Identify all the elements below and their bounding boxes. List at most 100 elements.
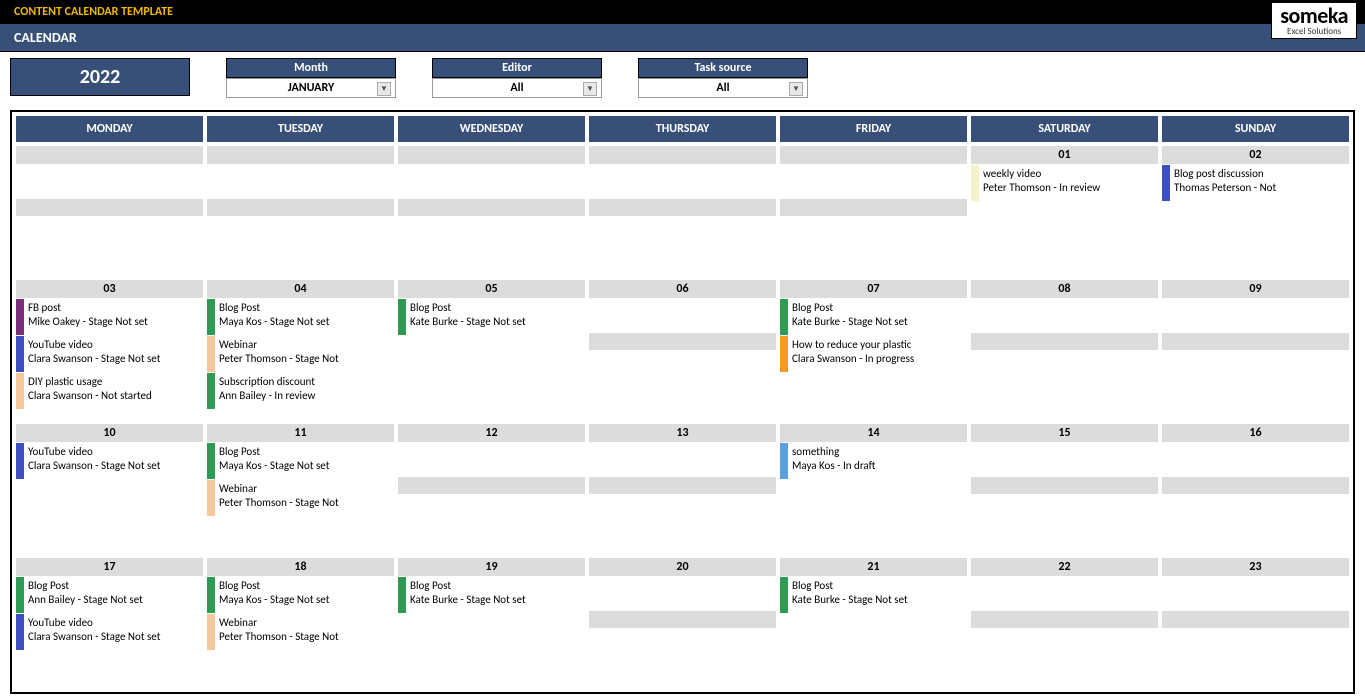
empty-task-slot [780,613,967,649]
task-meta: Peter Thomson - Stage Not [219,496,390,510]
task-meta: Kate Burke - Stage Not set [410,315,581,329]
day-cell[interactable]: 07Blog PostKate Burke - Stage Not setHow… [780,280,967,420]
day-cell[interactable]: 23 [1162,558,1349,688]
task-item[interactable]: Blog PostAnn Bailey - Stage Not set [16,576,203,613]
task-item[interactable]: WebinarPeter Thomson - Stage Not [207,335,394,372]
day-cell[interactable]: 12 [398,424,585,554]
day-number: 01 [971,146,1158,164]
task-item[interactable]: weekly videoPeter Thomson - In review [971,164,1158,201]
day-cell[interactable]: . [780,146,967,276]
day-cell[interactable]: 06 [589,280,776,420]
task-item[interactable]: Subscription discountAnn Bailey - In rev… [207,372,394,409]
task-item[interactable]: Blog post discussionThomas Peterson - No… [1162,164,1349,201]
day-cell[interactable]: 03FB postMike Oakey - Stage Not setYouTu… [16,280,203,420]
task-body: WebinarPeter Thomson - Stage Not [215,614,394,650]
logo-sub-text: Excel Solutions [1280,27,1348,36]
day-cell[interactable]: 18Blog PostMaya Kos - Stage Not setWebin… [207,558,394,688]
month-select[interactable]: JANUARY ▼ [226,78,396,98]
day-number: 07 [780,280,967,298]
task-item[interactable]: Blog PostKate Burke - Stage Not set [780,576,967,613]
task-meta: Ann Bailey - In review [219,389,390,403]
task-item[interactable]: How to reduce your plasticClara Swanson … [780,335,967,372]
day-cell[interactable]: 16 [1162,424,1349,554]
day-number: 23 [1162,558,1349,576]
day-cell[interactable]: 04Blog PostMaya Kos - Stage Not setWebin… [207,280,394,420]
day-number: 14 [780,424,967,442]
task-item[interactable]: Blog PostKate Burke - Stage Not set [780,298,967,335]
day-cell[interactable]: 19Blog PostKate Burke - Stage Not set [398,558,585,688]
task-item[interactable]: somethingMaya Kos - In draft [780,442,967,479]
empty-area [1162,298,1349,332]
task-color-stripe [207,299,215,335]
day-cell[interactable]: . [589,146,776,276]
day-cell[interactable]: 05Blog PostKate Burke - Stage Not set [398,280,585,420]
task-item[interactable]: YouTube videoClara Swanson - Stage Not s… [16,613,203,650]
editor-select[interactable]: All ▼ [432,78,602,98]
day-header: WEDNESDAY [398,116,585,142]
task-color-stripe [207,480,215,516]
empty-area [16,164,203,198]
source-select[interactable]: All ▼ [638,78,808,98]
task-item[interactable]: Blog PostMaya Kos - Stage Not set [207,442,394,479]
day-number: 10 [16,424,203,442]
task-item[interactable]: FB postMike Oakey - Stage Not set [16,298,203,335]
task-item[interactable]: YouTube videoClara Swanson - Stage Not s… [16,442,203,479]
empty-area [398,216,585,250]
day-number: 08 [971,280,1158,298]
empty-area [971,576,1158,610]
day-cell[interactable]: . [16,146,203,276]
day-number: . [589,146,776,164]
week-row: 03FB postMike Oakey - Stage Not setYouTu… [16,280,1349,420]
task-item[interactable]: Blog PostMaya Kos - Stage Not set [207,576,394,613]
task-body: WebinarPeter Thomson - Stage Not [215,480,394,516]
day-cell[interactable]: 15 [971,424,1158,554]
task-meta: Kate Burke - Stage Not set [792,315,963,329]
day-cell[interactable]: 21Blog PostKate Burke - Stage Not set [780,558,967,688]
day-header: SATURDAY [971,116,1158,142]
task-item[interactable]: Blog PostMaya Kos - Stage Not set [207,298,394,335]
day-cell[interactable]: 11Blog PostMaya Kos - Stage Not setWebin… [207,424,394,554]
day-cell[interactable]: 01weekly videoPeter Thomson - In review [971,146,1158,276]
day-cell[interactable]: . [207,146,394,276]
day-cell[interactable]: 09 [1162,280,1349,420]
editor-filter-label: Editor [432,58,602,78]
empty-area [589,298,776,332]
slot-divider [1162,476,1349,494]
task-item[interactable]: DIY plastic usageClara Swanson - Not sta… [16,372,203,409]
task-color-stripe [780,443,788,479]
task-color-stripe [16,299,24,335]
day-header: SUNDAY [1162,116,1349,142]
task-item[interactable]: YouTube videoClara Swanson - Stage Not s… [16,335,203,372]
task-item[interactable]: WebinarPeter Thomson - Stage Not [207,479,394,516]
task-item[interactable]: Blog PostKate Burke - Stage Not set [398,576,585,613]
task-title: YouTube video [28,616,199,630]
day-cell[interactable]: 10YouTube videoClara Swanson - Stage Not… [16,424,203,554]
day-cell[interactable]: 22 [971,558,1158,688]
day-cell[interactable]: 13 [589,424,776,554]
chevron-down-icon: ▼ [789,82,803,96]
task-item[interactable]: WebinarPeter Thomson - Stage Not [207,613,394,650]
day-cell[interactable]: 17Blog PostAnn Bailey - Stage Not setYou… [16,558,203,688]
day-number: 06 [589,280,776,298]
task-item[interactable]: Blog PostKate Burke - Stage Not set [398,298,585,335]
day-cell[interactable]: . [398,146,585,276]
day-cell[interactable]: 02Blog post discussionThomas Peterson - … [1162,146,1349,276]
day-cell[interactable]: 14somethingMaya Kos - In draft [780,424,967,554]
task-title: Blog Post [28,579,199,593]
task-body: YouTube videoClara Swanson - Stage Not s… [24,614,203,650]
day-number: . [398,146,585,164]
task-body: Subscription discountAnn Bailey - In rev… [215,373,394,409]
task-meta: Clara Swanson - Stage Not set [28,630,199,644]
empty-area [589,628,776,662]
task-body: YouTube videoClara Swanson - Stage Not s… [24,443,203,479]
day-cell[interactable]: 08 [971,280,1158,420]
task-title: How to reduce your plastic [792,338,963,352]
task-meta: Clara Swanson - Stage Not set [28,352,199,366]
calendar-grid: MONDAYTUESDAYWEDNESDAYTHURSDAYFRIDAYSATU… [10,110,1355,694]
day-cell[interactable]: 20 [589,558,776,688]
task-color-stripe [207,577,215,613]
day-number: . [207,146,394,164]
empty-area [16,216,203,250]
empty-area [780,216,967,250]
slot-divider [16,198,203,216]
